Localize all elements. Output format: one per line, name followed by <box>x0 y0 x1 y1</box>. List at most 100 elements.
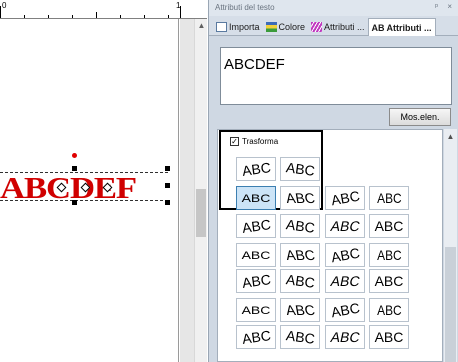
text-input[interactable]: ABCDEF <box>220 47 452 105</box>
rotation-handle[interactable] <box>72 153 77 158</box>
selection-border-top <box>0 172 168 173</box>
transform-tile[interactable]: ABC <box>325 243 365 267</box>
tab-color[interactable]: Colore <box>263 18 309 36</box>
panel-title-bar: Attributi del testo ᵖ × <box>209 0 458 16</box>
ruler-tick <box>120 15 121 18</box>
scrollbar-thumb[interactable] <box>196 189 206 237</box>
transform-tile[interactable]: ABC <box>236 214 276 238</box>
resize-handle-top[interactable] <box>72 166 77 171</box>
transform-tile[interactable]: ABC <box>369 186 409 210</box>
tile-label: ABC <box>284 271 316 291</box>
transform-tile[interactable]: ABC <box>280 214 320 238</box>
transform-tile[interactable]: ABC <box>280 298 320 322</box>
transform-tile[interactable]: ABC <box>280 186 320 210</box>
transform-tile[interactable]: ABC <box>280 157 320 181</box>
transform-tile[interactable]: ABC <box>369 269 409 293</box>
tile-label: ABC <box>241 248 271 262</box>
resize-handle-top-right[interactable] <box>165 166 170 171</box>
transform-tile[interactable]: ABC <box>325 269 365 293</box>
tab-import[interactable]: Importa <box>213 18 263 36</box>
transform-checkbox[interactable]: ✓ Trasforma <box>230 137 278 146</box>
tile-label: ABC <box>240 271 272 291</box>
transform-tile[interactable]: ABC <box>236 298 276 322</box>
transform-tile[interactable]: ABC <box>369 214 409 238</box>
tile-label: ABC <box>328 218 362 234</box>
import-icon <box>216 22 227 32</box>
design-canvas[interactable]: 0 1 ▲ ABCDEF <box>0 0 207 362</box>
tile-label: ABC <box>284 247 316 263</box>
panel-tabs: Importa Colore Attributi ... AB Attribut… <box>209 16 458 36</box>
panel-vertical-scrollbar[interactable]: ▲ <box>444 129 457 362</box>
tile-label: ABC <box>328 329 362 345</box>
color-icon <box>265 22 277 32</box>
scrollbar-thumb[interactable] <box>445 247 456 362</box>
tile-label: ABC <box>376 302 402 318</box>
tile-label: ABC <box>240 327 272 347</box>
tile-label: ABC <box>374 218 404 234</box>
tile-label: ABC <box>284 327 316 347</box>
tab-label: Importa <box>229 22 260 32</box>
scroll-up-icon[interactable]: ▲ <box>444 132 457 141</box>
tile-label: ABC <box>329 299 361 321</box>
transform-tile[interactable]: ABC <box>236 269 276 293</box>
transform-tile[interactable]: ABC <box>369 298 409 322</box>
resize-handle-bottom[interactable] <box>72 200 77 205</box>
transform-tile[interactable]: ABC <box>325 214 365 238</box>
ruler-tick <box>144 15 145 18</box>
tab-label: Attributi ... <box>324 22 365 32</box>
transform-tile[interactable]: ABC <box>236 186 276 210</box>
transform-tile[interactable]: ABC <box>325 186 365 210</box>
show-list-button[interactable]: Mos.elen. <box>389 108 451 126</box>
tile-label: ABC <box>240 216 272 236</box>
tab-attributes[interactable]: Attributi ... <box>308 18 368 36</box>
tile-label: ABC <box>241 303 271 317</box>
tile-label: ABC <box>284 159 316 179</box>
horizontal-ruler: 0 1 <box>0 0 207 19</box>
ruler-label-left: 0 <box>2 1 7 10</box>
tile-label: ABC <box>374 329 404 345</box>
transform-tile[interactable]: ABC <box>236 325 276 349</box>
resize-handle-bottom-right[interactable] <box>165 200 170 205</box>
ruler-tick <box>96 12 97 18</box>
ruler-tick <box>48 15 49 18</box>
transform-tile[interactable]: ABC <box>236 157 276 181</box>
tile-label: ABC <box>374 273 404 289</box>
tile-label: ABC <box>329 187 361 209</box>
ruler-tick <box>0 6 1 18</box>
transform-tile[interactable]: ABC <box>325 325 365 349</box>
tile-label: ABC <box>376 190 402 206</box>
tab-label: Colore <box>278 22 306 32</box>
scroll-up-icon[interactable]: ▲ <box>195 21 207 33</box>
close-icon[interactable]: × <box>447 2 452 11</box>
panel-title: Attributi del testo <box>215 3 275 12</box>
transform-tile[interactable]: ABC <box>280 325 320 349</box>
selection-border-bottom <box>0 200 168 201</box>
transform-tile[interactable]: ABC <box>280 243 320 267</box>
ruler-tick <box>72 15 73 18</box>
text-attributes-icon: AB <box>371 22 385 33</box>
tile-label: ABC <box>376 247 402 263</box>
ruler-tick <box>168 15 169 18</box>
ruler-tick <box>24 15 25 18</box>
transform-tile[interactable]: ABC <box>325 298 365 322</box>
transform-tile[interactable]: ABC <box>369 325 409 349</box>
attributes-icon <box>311 22 323 32</box>
tile-label: ABC <box>284 190 316 206</box>
transform-tile[interactable]: ABC <box>280 269 320 293</box>
tile-label: ABC <box>329 244 361 266</box>
transform-tile[interactable]: ABC <box>236 243 276 267</box>
tile-label: ABC <box>328 273 362 289</box>
tab-label: Attributi ... <box>386 22 432 33</box>
tab-text-attributes[interactable]: AB Attributi ... <box>367 18 436 36</box>
canvas-vertical-scrollbar[interactable]: ▲ <box>194 19 207 362</box>
ruler-tick <box>180 6 181 18</box>
page-margin <box>180 19 194 362</box>
tile-label: ABC <box>284 302 316 318</box>
tile-label: ABC <box>241 191 271 205</box>
checkbox-checked-icon[interactable]: ✓ <box>230 137 239 146</box>
transform-tile[interactable]: ABC <box>369 243 409 267</box>
resize-handle-right[interactable] <box>165 183 170 188</box>
pin-icon[interactable]: ᵖ <box>435 2 438 11</box>
tile-label: ABC <box>284 216 316 236</box>
text-attributes-panel: Attributi del testo ᵖ × Importa Colore A… <box>208 0 458 362</box>
